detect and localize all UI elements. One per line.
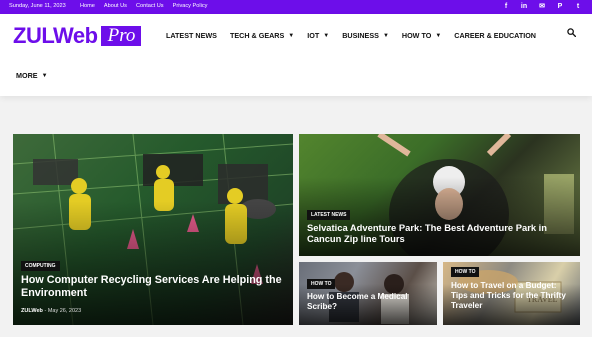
logo-badge: Pro <box>100 26 142 46</box>
logo-text: ZULWeb <box>13 23 98 48</box>
featured-post-main[interactable]: COMPUTING How Computer Recycling Service… <box>13 134 293 325</box>
top-links: Home About Us Contact Us Privacy Policy <box>80 3 207 9</box>
nav-latest-news[interactable]: LATEST NEWS <box>166 31 217 40</box>
nav-label: MORE <box>16 71 38 80</box>
top-bar: Sunday, June 11, 2023 Home About Us Cont… <box>0 0 592 14</box>
nav-label: BUSINESS <box>342 31 379 40</box>
chevron-down-icon: ▼ <box>382 32 389 39</box>
chevron-down-icon: ▼ <box>288 32 295 39</box>
nav-label: CAREER & EDUCATION <box>454 31 536 40</box>
mail-icon[interactable]: ✉ <box>538 2 546 12</box>
top-link-contact[interactable]: Contact Us <box>136 3 164 9</box>
nav-label: TECH & GEARS <box>229 31 285 40</box>
search-icon[interactable] <box>567 28 576 37</box>
twitter-icon[interactable]: t <box>574 2 582 12</box>
post-title[interactable]: How to Travel on a Budget: Tips and Tric… <box>451 281 573 311</box>
pinterest-icon[interactable]: P <box>556 2 564 12</box>
current-date: Sunday, June 11, 2023 <box>9 3 66 9</box>
chevron-down-icon: ▼ <box>435 32 442 39</box>
top-link-home[interactable]: Home <box>80 3 95 9</box>
nav-tech-gears[interactable]: TECH & GEARS ▼ <box>230 31 294 40</box>
linkedin-icon[interactable]: in <box>520 2 528 12</box>
post-title[interactable]: Selvatica Adventure Park: The Best Adven… <box>307 222 573 245</box>
top-link-about[interactable]: About Us <box>104 3 127 9</box>
nav-business[interactable]: BUSINESS ▼ <box>342 31 389 40</box>
top-link-privacy[interactable]: Privacy Policy <box>173 3 208 9</box>
category-badge[interactable]: LATEST NEWS <box>307 210 351 220</box>
nav-label: LATEST NEWS <box>166 31 217 40</box>
featured-post-adventure[interactable]: LATEST NEWS Selvatica Adventure Park: Th… <box>299 134 580 256</box>
post-author[interactable]: ZULWeb <box>21 308 43 314</box>
nav-career-education[interactable]: CAREER & EDUCATION <box>454 31 536 40</box>
category-badge[interactable]: HOW TO <box>451 267 480 277</box>
post-title[interactable]: How Computer Recycling Services Are Help… <box>21 274 283 300</box>
facebook-icon[interactable]: f <box>502 2 510 12</box>
site-logo[interactable]: ZULWeb Pro <box>13 23 142 48</box>
chevron-down-icon: ▼ <box>41 72 48 79</box>
chevron-down-icon: ▼ <box>323 32 330 39</box>
featured-post-travel-budget[interactable]: TRAVEL HOW TO How to Travel on a Budget:… <box>443 262 580 325</box>
featured-post-medical-scribe[interactable]: HOW TO How to Become a Medical Scribe? <box>299 262 437 325</box>
site-header: ZULWeb Pro LATEST NEWS TECH & GEARS ▼ IO… <box>0 14 592 96</box>
social-links: f in ✉ P t <box>502 2 582 12</box>
nav-label: IOT <box>307 31 320 40</box>
nav-how-to[interactable]: HOW TO ▼ <box>402 31 441 40</box>
category-badge[interactable]: COMPUTING <box>21 261 60 271</box>
post-date: May 26, 2023 <box>47 308 82 314</box>
nav-iot[interactable]: IOT ▼ <box>307 31 329 40</box>
nav-more[interactable]: MORE ▼ <box>16 71 48 80</box>
category-badge[interactable]: HOW TO <box>307 279 336 289</box>
post-title[interactable]: How to Become a Medical Scribe? <box>307 292 429 312</box>
nav-label: HOW TO <box>401 31 432 40</box>
main-nav: LATEST NEWS TECH & GEARS ▼ IOT ▼ BUSINES… <box>166 31 536 40</box>
post-meta: ZULWeb - May 26, 2023 <box>21 308 81 314</box>
